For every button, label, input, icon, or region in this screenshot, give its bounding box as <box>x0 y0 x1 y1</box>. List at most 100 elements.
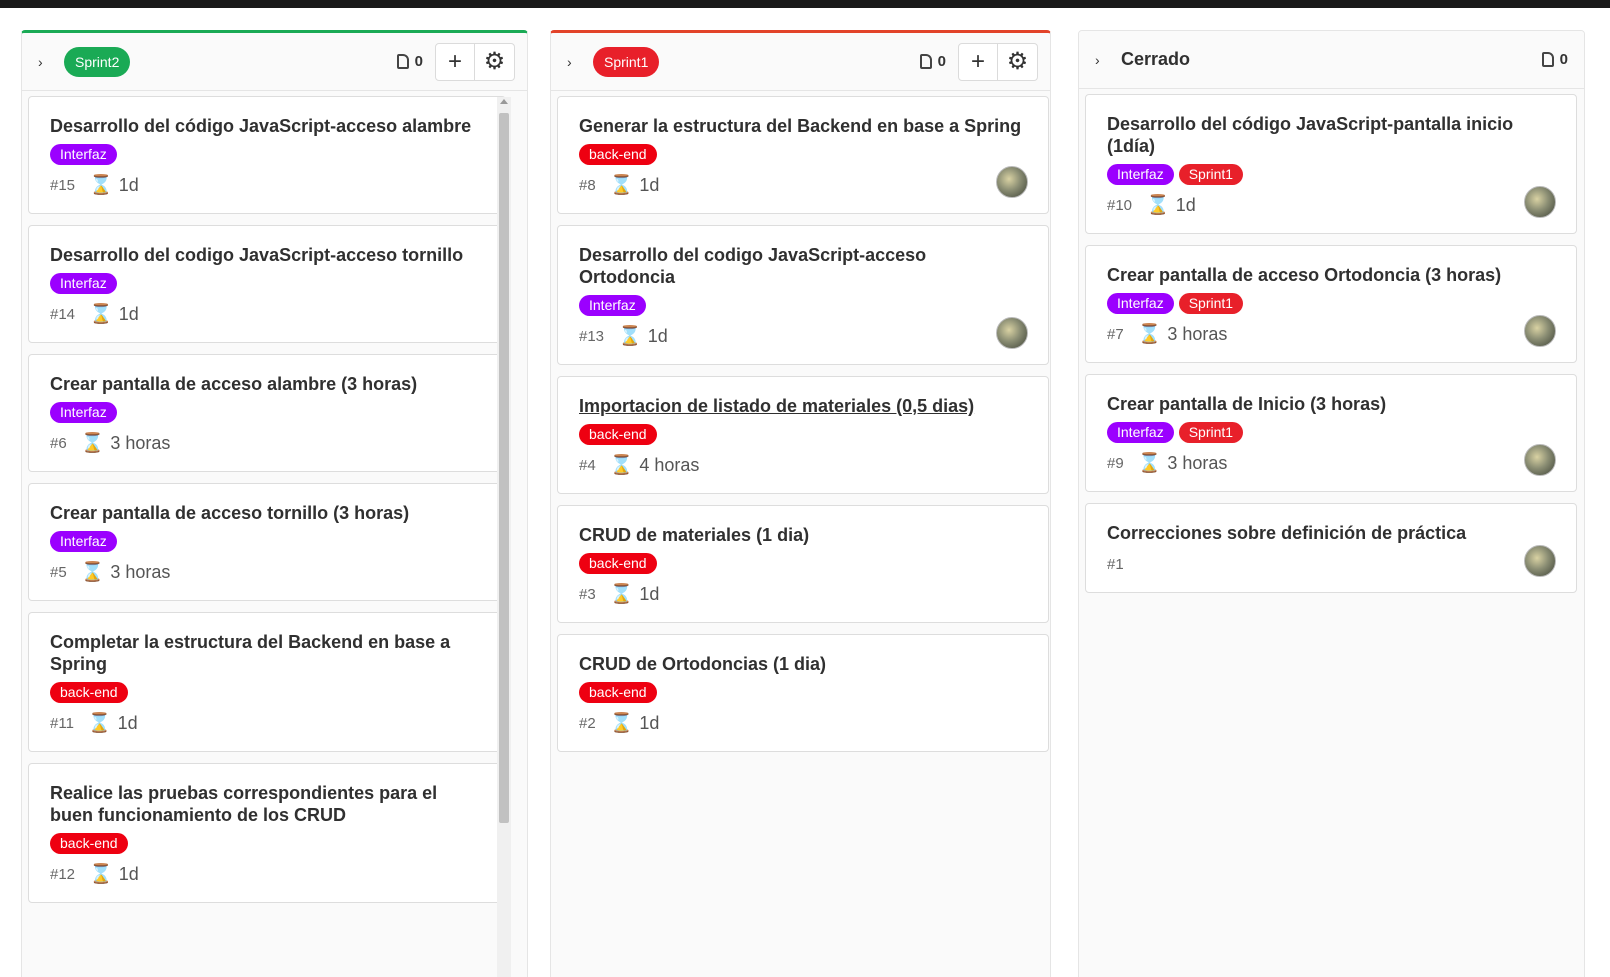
new-issue-button[interactable]: + <box>435 42 475 81</box>
issue-card[interactable]: Generar la estructura del Backend en bas… <box>557 96 1049 214</box>
chevron-right-icon[interactable]: › <box>38 54 64 70</box>
issue-labels: Interfaz Sprint1 <box>1107 293 1555 314</box>
time-estimate: 1d <box>639 174 660 195</box>
assignee-avatar[interactable] <box>996 317 1028 349</box>
scrollbar-thumb[interactable] <box>499 113 509 823</box>
issue-title[interactable]: Importacion de listado de materiales (0,… <box>579 395 1027 417</box>
label-back-end[interactable]: back-end <box>50 833 128 854</box>
label-sprint1[interactable]: Sprint1 <box>1178 164 1244 185</box>
issue-count-value: 0 <box>937 53 946 70</box>
list-settings-button[interactable]: ⚙ <box>475 42 515 81</box>
issue-labels: Interfaz Sprint1 <box>1107 422 1555 443</box>
label-back-end[interactable]: back-end <box>579 144 657 165</box>
issue-meta: #9 ⌛ 3 horas <box>1107 451 1555 475</box>
label-back-end[interactable]: back-end <box>579 682 657 703</box>
time-estimate: 1d <box>118 863 139 884</box>
issue-card[interactable]: Correcciones sobre definición de práctic… <box>1085 503 1577 593</box>
issue-meta: #12 ⌛ 1d <box>50 862 484 886</box>
time-estimate: 1d <box>1175 194 1196 215</box>
issue-card[interactable]: Crear pantalla de acceso tornillo (3 hor… <box>28 483 506 601</box>
list-label-pill[interactable]: Sprint1 <box>593 46 660 77</box>
hourglass-icon: ⌛ <box>609 713 634 734</box>
issue-title[interactable]: CRUD de materiales (1 dia) <box>579 524 1027 546</box>
issue-card[interactable]: Desarrollo del código JavaScript-pantall… <box>1085 94 1577 234</box>
issue-title[interactable]: Correcciones sobre definición de práctic… <box>1107 522 1555 544</box>
label-interfaz[interactable]: Interfaz <box>1107 164 1174 185</box>
issue-title[interactable]: Generar la estructura del Backend en bas… <box>579 115 1027 137</box>
scrollbar[interactable] <box>497 97 511 977</box>
label-back-end[interactable]: back-end <box>50 682 128 703</box>
issue-title[interactable]: Crear pantalla de acceso tornillo (3 hor… <box>50 502 484 524</box>
issue-title[interactable]: Crear pantalla de acceso Ortodoncia (3 h… <box>1107 264 1555 286</box>
issue-labels: Interfaz <box>50 144 484 165</box>
issue-title[interactable]: Desarrollo del código JavaScript-pantall… <box>1107 113 1555 157</box>
chevron-right-icon[interactable]: › <box>567 54 593 70</box>
issue-title[interactable]: Desarrollo del codigo JavaScript-acceso … <box>579 244 1027 288</box>
assignee-avatar[interactable] <box>1524 315 1556 347</box>
issue-card[interactable]: Crear pantalla de acceso Ortodoncia (3 h… <box>1085 245 1577 363</box>
issue-card[interactable]: Importacion de listado de materiales (0,… <box>557 376 1049 494</box>
issue-icon <box>919 54 932 69</box>
issue-labels: back-end <box>579 553 1027 574</box>
list-label-pill[interactable]: Sprint2 <box>64 46 131 77</box>
time-estimate: 3 horas <box>110 432 171 453</box>
label-interfaz[interactable]: Interfaz <box>50 273 117 294</box>
issue-card[interactable]: Crear pantalla de Inicio (3 horas) Interf… <box>1085 374 1577 492</box>
issue-card[interactable]: CRUD de Ortodoncias (1 dia) back-end #2 ⌛ 1d <box>557 634 1049 752</box>
issue-number: #15 <box>50 176 76 194</box>
label-back-end[interactable]: back-end <box>579 553 657 574</box>
issue-meta: #2 ⌛ 1d <box>579 711 1027 735</box>
list-settings-button[interactable]: ⚙ <box>998 42 1038 81</box>
assignee-avatar[interactable] <box>1524 545 1556 577</box>
issue-title[interactable]: Crear pantalla de acceso alambre (3 hora… <box>50 373 484 395</box>
card-list: Desarrollo del código JavaScript-pantall… <box>1079 89 1584 593</box>
time-estimate: 3 horas <box>110 561 171 582</box>
issue-title[interactable]: CRUD de Ortodoncias (1 dia) <box>579 653 1027 675</box>
label-interfaz[interactable]: Interfaz <box>1107 422 1174 443</box>
hourglass-icon: ⌛ <box>1137 324 1162 345</box>
hourglass-icon: ⌛ <box>89 864 113 885</box>
hourglass-icon: ⌛ <box>609 584 634 605</box>
plus-icon: + <box>970 47 985 75</box>
issue-card[interactable]: Desarrollo del codigo JavaScript-acceso … <box>557 225 1049 365</box>
hourglass-icon: ⌛ <box>609 175 634 196</box>
issue-labels: Interfaz <box>50 273 484 294</box>
chevron-right-icon[interactable]: › <box>1095 52 1121 68</box>
issue-labels: back-end <box>579 424 1027 445</box>
issue-card[interactable]: CRUD de materiales (1 dia) back-end #3 ⌛ 1d <box>557 505 1049 623</box>
hourglass-icon: ⌛ <box>1146 195 1170 216</box>
assignee-avatar[interactable] <box>1524 444 1556 476</box>
issue-icon <box>1541 52 1554 67</box>
issue-card[interactable]: Desarrollo del codigo JavaScript-acceso … <box>28 225 506 343</box>
issue-count-value: 0 <box>1559 51 1568 68</box>
label-back-end[interactable]: back-end <box>579 424 657 445</box>
issue-title[interactable]: Desarrollo del código JavaScript-acceso … <box>50 115 484 137</box>
new-issue-button[interactable]: + <box>958 42 998 81</box>
label-interfaz[interactable]: Interfaz <box>50 531 117 552</box>
issue-labels: back-end <box>579 144 1027 165</box>
assignee-avatar[interactable] <box>1524 186 1556 218</box>
assignee-avatar[interactable] <box>996 166 1028 198</box>
label-interfaz[interactable]: Interfaz <box>50 402 117 423</box>
issue-card[interactable]: Crear pantalla de acceso alambre (3 hora… <box>28 354 506 472</box>
scroll-up-arrow-icon[interactable] <box>500 99 508 104</box>
label-interfaz[interactable]: Interfaz <box>579 295 646 316</box>
issue-card[interactable]: Realice las pruebas correspondientes par… <box>28 763 506 903</box>
label-interfaz[interactable]: Interfaz <box>50 144 117 165</box>
issue-number: #11 <box>50 714 74 732</box>
issue-title[interactable]: Crear pantalla de Inicio (3 horas) <box>1107 393 1555 415</box>
label-sprint1[interactable]: Sprint1 <box>1178 293 1244 314</box>
issue-meta: #15 ⌛ 1d <box>50 173 484 197</box>
label-interfaz[interactable]: Interfaz <box>1107 293 1174 314</box>
issue-title[interactable]: Realice las pruebas correspondientes par… <box>50 782 484 826</box>
issue-title[interactable]: Completar la estructura del Backend en b… <box>50 631 484 675</box>
issue-labels: Interfaz <box>50 402 484 423</box>
time-estimate: 1d <box>118 303 139 324</box>
label-sprint1[interactable]: Sprint1 <box>1178 422 1244 443</box>
issue-number: #10 <box>1107 196 1133 214</box>
issue-count: 0 <box>1541 51 1568 68</box>
issue-icon <box>396 54 409 69</box>
issue-card[interactable]: Desarrollo del código JavaScript-acceso … <box>28 96 506 214</box>
issue-title[interactable]: Desarrollo del codigo JavaScript-acceso … <box>50 244 484 266</box>
issue-card[interactable]: Completar la estructura del Backend en b… <box>28 612 506 752</box>
